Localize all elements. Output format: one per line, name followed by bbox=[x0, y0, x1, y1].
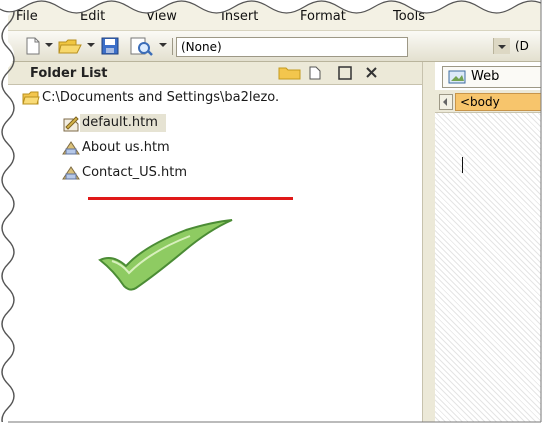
tree-file-label: default.htm bbox=[82, 115, 158, 130]
torn-edge-overlay bbox=[0, 0, 549, 432]
